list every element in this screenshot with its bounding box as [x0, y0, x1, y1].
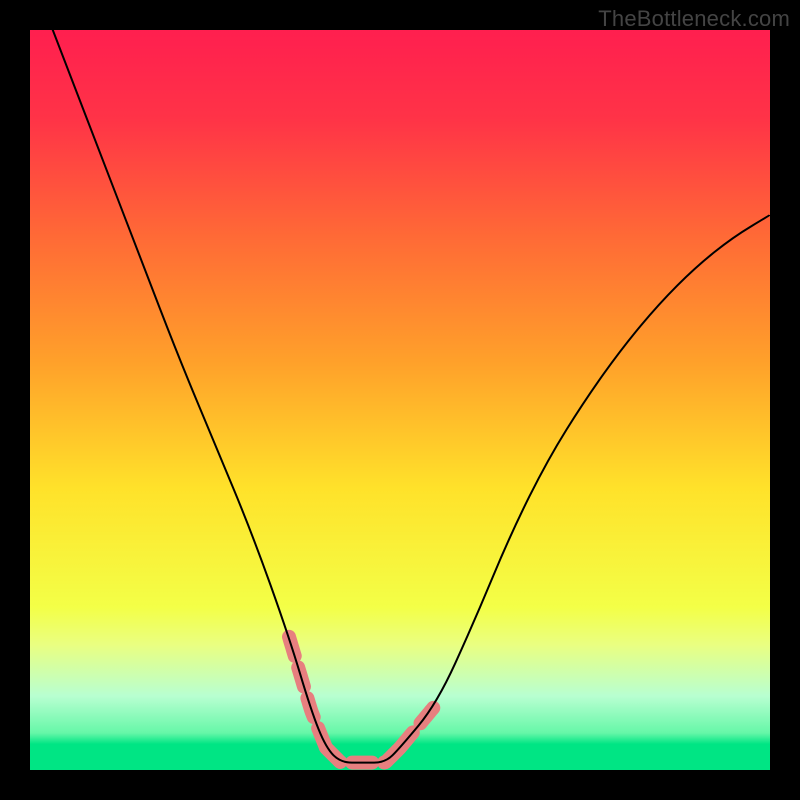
highlight-segment	[326, 748, 400, 763]
chart-frame: TheBottleneck.com	[0, 0, 800, 800]
watermark-text: TheBottleneck.com	[598, 6, 790, 32]
curve-svg	[30, 30, 770, 770]
plot-area	[30, 30, 770, 770]
highlight-overlay	[289, 637, 437, 763]
bottleneck-curve	[30, 30, 770, 763]
